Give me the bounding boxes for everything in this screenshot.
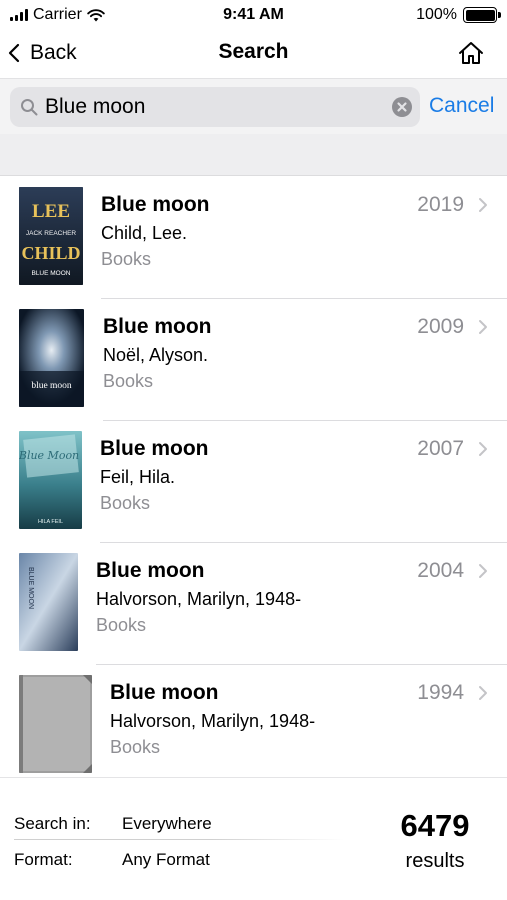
footer-divider: [14, 839, 344, 840]
chevron-right-icon: [479, 442, 487, 456]
result-count-label: results: [405, 850, 465, 872]
chevron-left-icon: [8, 43, 20, 63]
search-icon: [21, 99, 38, 116]
list-item[interactable]: BLUE MOON Blue moon Halvorson, Marilyn, …: [0, 543, 507, 665]
status-right: 100%: [416, 6, 501, 24]
svg-text:LEE: LEE: [32, 201, 70, 222]
result-title: Blue moon: [110, 681, 219, 704]
list-item[interactable]: Blue Moon HILA FEIL Blue moon Feil, Hila…: [0, 421, 507, 543]
svg-text:JACK REACHER: JACK REACHER: [26, 230, 77, 237]
status-bar: Carrier 9:41 AM 100%: [0, 0, 507, 30]
svg-text:BLUE MOON: BLUE MOON: [31, 270, 70, 277]
svg-text:CHILD: CHILD: [21, 243, 80, 263]
book-cover: blue moon: [19, 309, 84, 407]
list-item[interactable]: Blue moon Halvorson, Marilyn, 1948- Book…: [0, 665, 507, 777]
result-year: 2007: [417, 437, 464, 460]
book-cover: BLUE MOON: [19, 553, 78, 651]
book-cover: [19, 675, 92, 773]
search-in-value[interactable]: Everywhere: [122, 814, 212, 834]
result-year: 2004: [417, 559, 464, 582]
chevron-right-icon: [479, 564, 487, 578]
result-year: 2019: [417, 193, 464, 216]
result-type: Books: [96, 615, 147, 635]
list-item[interactable]: LEE JACK REACHER CHILD BLUE MOON Blue mo…: [0, 177, 507, 299]
search-input[interactable]: [45, 87, 375, 127]
search-in-label: Search in:: [14, 814, 91, 833]
result-type: Books: [101, 249, 152, 269]
result-year: 1994: [417, 681, 464, 704]
back-label: Back: [30, 41, 77, 64]
svg-text:blue moon: blue moon: [31, 381, 72, 391]
nav-bar: Back Search: [0, 30, 507, 76]
result-title: Blue moon: [103, 315, 212, 338]
book-cover: LEE JACK REACHER CHILD BLUE MOON: [19, 187, 83, 285]
chevron-right-icon: [479, 686, 487, 700]
result-year: 2009: [417, 315, 464, 338]
result-title: Blue moon: [101, 193, 210, 216]
result-title: Blue moon: [96, 559, 205, 582]
battery-percent: 100%: [416, 6, 457, 23]
search-field[interactable]: [10, 87, 420, 127]
result-author: Halvorson, Marilyn, 1948-: [96, 589, 302, 609]
clear-icon[interactable]: [392, 97, 412, 117]
svg-text:Blue Moon: Blue Moon: [19, 449, 79, 462]
svg-text:BLUE MOON: BLUE MOON: [27, 567, 34, 609]
chevron-right-icon: [479, 198, 487, 212]
search-bar: Cancel: [0, 78, 507, 134]
svg-text:HILA FEIL: HILA FEIL: [38, 519, 63, 525]
results-list[interactable]: LEE JACK REACHER CHILD BLUE MOON Blue mo…: [0, 177, 507, 777]
format-label: Format:: [14, 850, 73, 869]
book-cover: Blue Moon HILA FEIL: [19, 431, 82, 529]
result-count: 6479: [400, 808, 470, 843]
list-item[interactable]: blue moon Blue moon Noël, Alyson. Books …: [0, 299, 507, 421]
result-type: Books: [110, 737, 161, 757]
result-author: Halvorson, Marilyn, 1948-: [110, 711, 316, 731]
chevron-right-icon: [479, 320, 487, 334]
home-icon[interactable]: [457, 40, 485, 66]
battery-icon: [463, 7, 501, 23]
result-author: Feil, Hila.: [100, 467, 176, 487]
result-author: Child, Lee.: [101, 223, 188, 243]
format-value[interactable]: Any Format: [122, 850, 210, 870]
cancel-button[interactable]: Cancel: [429, 94, 494, 118]
back-button[interactable]: Back: [8, 38, 77, 68]
search-summary-footer: Search in: Everywhere Format: Any Format…: [0, 777, 507, 900]
result-type: Books: [100, 493, 151, 513]
section-header: [0, 134, 507, 176]
result-author: Noël, Alyson.: [103, 345, 209, 365]
result-title: Blue moon: [100, 437, 209, 460]
result-type: Books: [103, 371, 154, 391]
